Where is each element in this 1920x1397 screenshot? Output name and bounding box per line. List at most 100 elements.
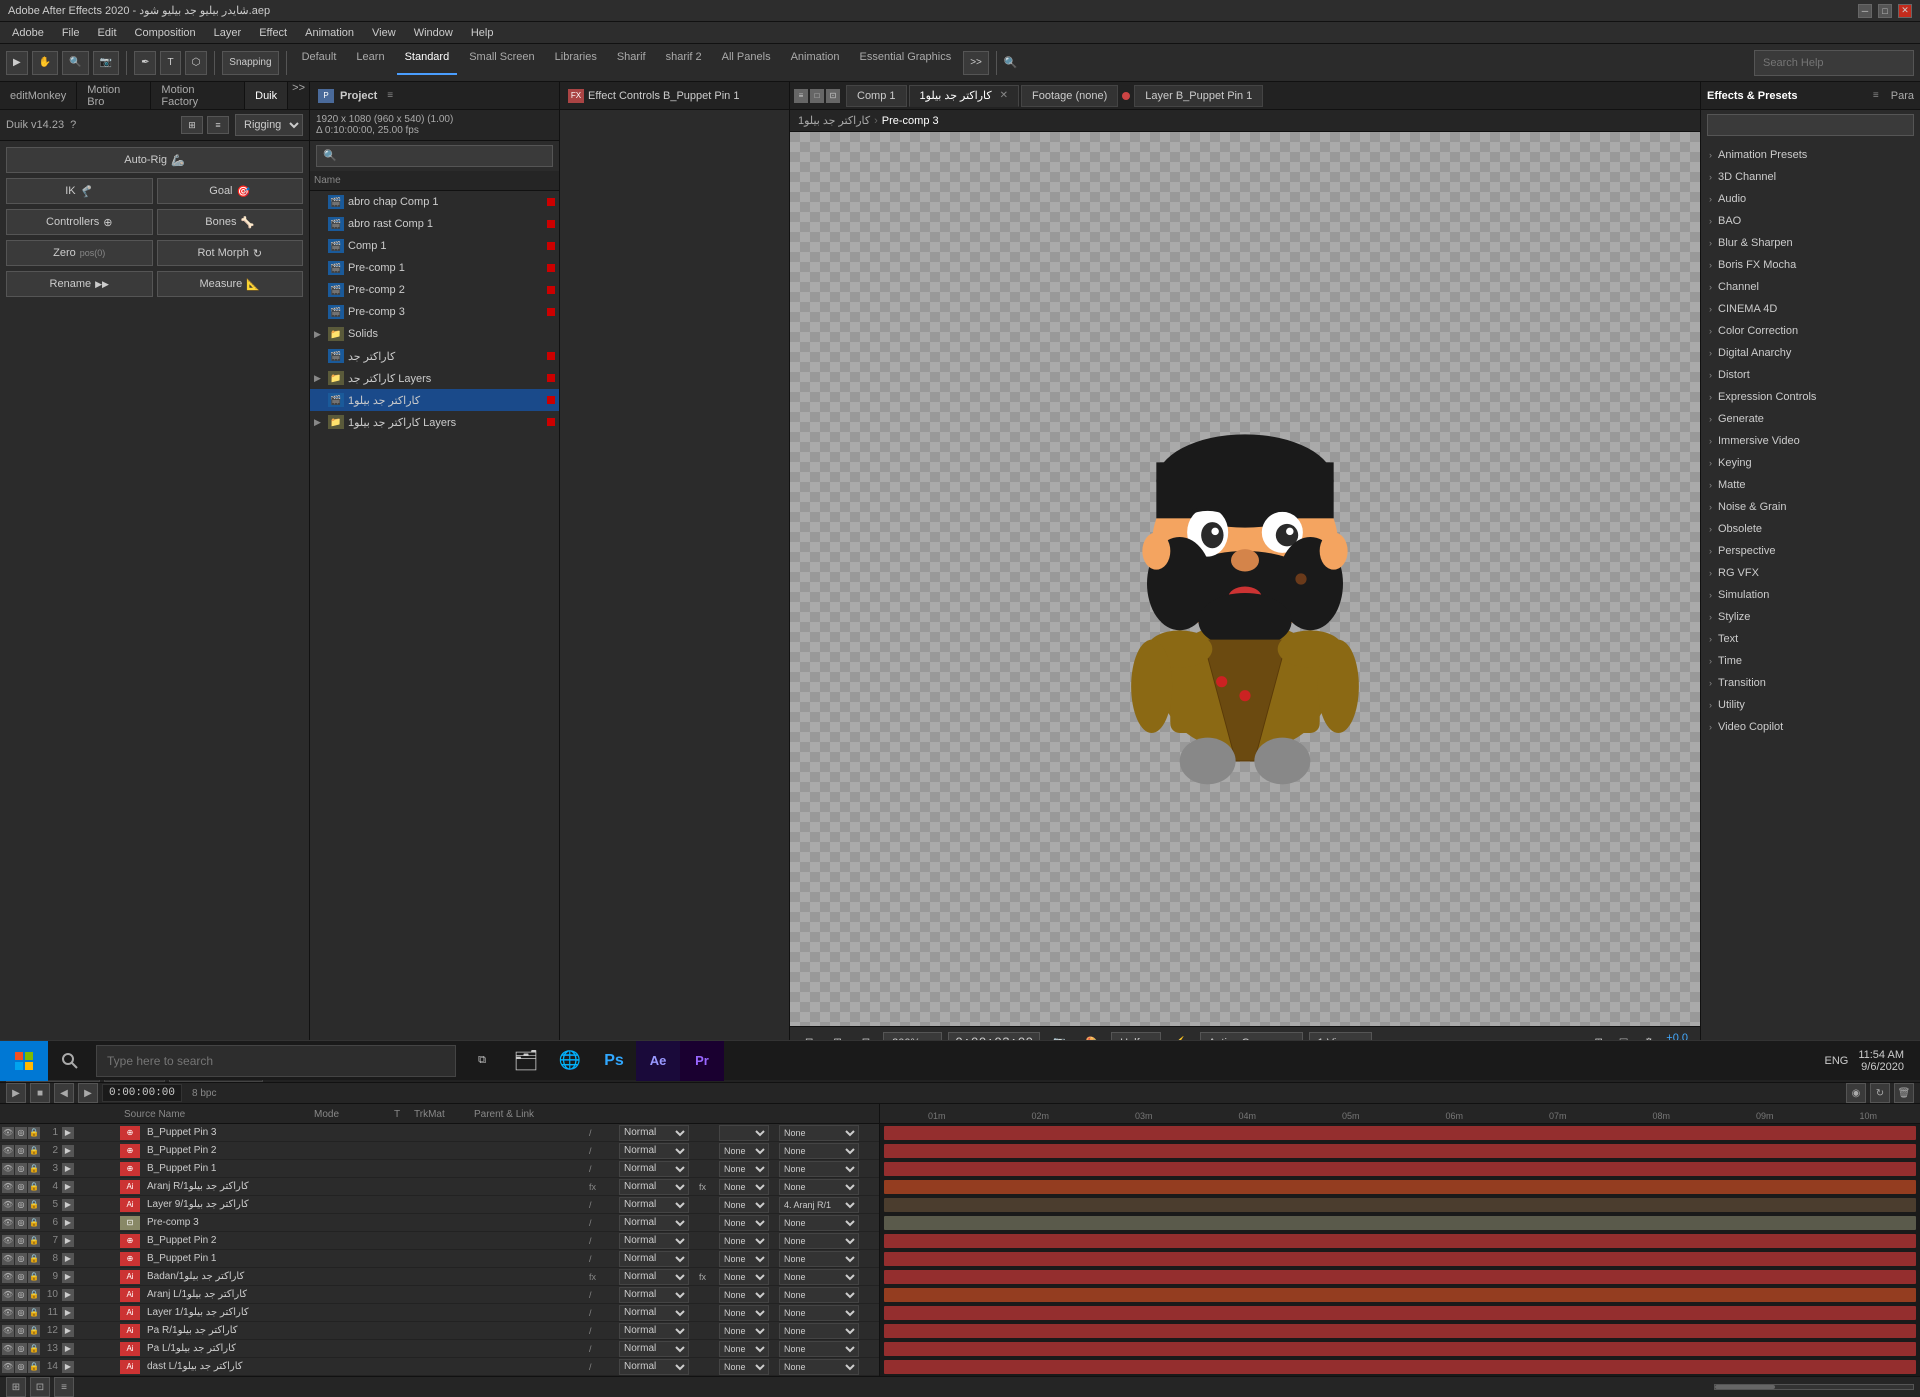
timeline-bar[interactable] (884, 1324, 1916, 1338)
layer-lock[interactable]: 🔒 (28, 1127, 40, 1139)
layer-trkmat-cell[interactable]: None (719, 1215, 779, 1231)
menu-layer[interactable]: Layer (206, 25, 250, 41)
effect-category-item[interactable]: ›Utility (1701, 694, 1920, 716)
layer-mode-cell[interactable]: Normal (619, 1323, 699, 1339)
tab-menu-icon[interactable]: ≡ (794, 89, 808, 103)
layer-trkmat-cell[interactable]: None (719, 1269, 779, 1285)
menu-animation[interactable]: Animation (297, 25, 362, 41)
layer-parent-select[interactable]: None (779, 1359, 859, 1375)
layer-mode-select[interactable]: Normal (619, 1233, 689, 1249)
layer-visibility[interactable]: 👁 (2, 1199, 14, 1211)
layer-trkmat-select[interactable]: None (719, 1341, 769, 1357)
rename-button[interactable]: Rename ▶▶ (6, 271, 153, 297)
effect-category-item[interactable]: ›CINEMA 4D (1701, 298, 1920, 320)
comp-tab-active[interactable]: 1کاراکتر جد بیلو ✕ (909, 85, 1020, 107)
layer-solo[interactable]: ◎ (15, 1163, 27, 1175)
layer-solo[interactable]: ◎ (15, 1325, 27, 1337)
effect-category-item[interactable]: ›Obsolete (1701, 518, 1920, 540)
layer-parent-cell[interactable]: None (779, 1341, 879, 1357)
rot-morph-button[interactable]: Rot Morph ↻ (157, 240, 304, 266)
layer-trkmat-select[interactable]: None (719, 1179, 769, 1195)
layer-mode-select[interactable]: Normal (619, 1305, 689, 1321)
tl-prev-frame[interactable]: ◀ (54, 1083, 74, 1103)
layer-parent-select[interactable]: None (779, 1305, 859, 1321)
composition-viewport[interactable] (790, 132, 1700, 1026)
layer-mode-cell[interactable]: Normal (619, 1143, 699, 1159)
layer-mode-cell[interactable]: Normal (619, 1287, 699, 1303)
layer-solo[interactable]: ◎ (15, 1235, 27, 1247)
layer-visibility[interactable]: 👁 (2, 1325, 14, 1337)
layer-mode-select[interactable]: Normal (619, 1143, 689, 1159)
zero-button[interactable]: Zero pos(0) (6, 240, 153, 266)
effect-category-item[interactable]: ›Time (1701, 650, 1920, 672)
layer-mode-cell[interactable]: Normal (619, 1359, 699, 1375)
timeline-layer-row[interactable]: 👁 ◎ 🔒 11 ▶ Ai Layer 1/1کاراکتر جد بیلو /… (0, 1304, 879, 1322)
snapping-btn[interactable]: Snapping (222, 51, 278, 75)
layer-visibility[interactable]: 👁 (2, 1217, 14, 1229)
effect-category-item[interactable]: ›RG VFX (1701, 562, 1920, 584)
timeline-layer-row[interactable]: 👁 ◎ 🔒 3 ▶ ⊕ B_Puppet Pin 1 / Normal None… (0, 1160, 879, 1178)
layer-expand[interactable]: ▶ (62, 1325, 74, 1337)
timeline-layer-row[interactable]: 👁 ◎ 🔒 7 ▶ ⊕ B_Puppet Pin 2 / Normal None… (0, 1232, 879, 1250)
layer-expand[interactable]: ▶ (62, 1127, 74, 1139)
layer-trkmat-select[interactable] (719, 1125, 769, 1141)
tl-time-display[interactable]: 0:00:00:00 (102, 1084, 182, 1102)
layer-trkmat-cell[interactable]: None (719, 1359, 779, 1375)
tl-footer-btn-3[interactable]: ≡ (54, 1377, 74, 1397)
layer-solo[interactable]: ◎ (15, 1199, 27, 1211)
controllers-button[interactable]: Controllers ⊕ (6, 209, 153, 235)
layer-solo[interactable]: ◎ (15, 1343, 27, 1355)
breadcrumb-item-2[interactable]: Pre-comp 3 (882, 115, 939, 127)
effects-presets-tab-label[interactable]: Effects & Presets (1707, 90, 1798, 102)
breadcrumb-item-1[interactable]: 1کاراکتر جد بیلو (798, 114, 870, 127)
layer-parent-select[interactable]: None (779, 1143, 859, 1159)
maximize-button[interactable]: □ (1878, 4, 1892, 18)
search-help-input[interactable] (1754, 50, 1914, 76)
comp-tab-comp1[interactable]: Comp 1 (846, 85, 907, 107)
layer-lock[interactable]: 🔒 (28, 1325, 40, 1337)
tl-next-frame[interactable]: ▶ (78, 1083, 98, 1103)
layer-parent-cell[interactable]: None (779, 1161, 879, 1177)
layer-parent-select[interactable]: None (779, 1251, 859, 1267)
project-item[interactable]: 🎬abro rast Comp 1 (310, 213, 559, 235)
project-tab-arrow[interactable]: ≡ (387, 90, 393, 101)
layer-visibility[interactable]: 👁 (2, 1181, 14, 1193)
project-item[interactable]: 🎬Comp 1 (310, 235, 559, 257)
layer-expand[interactable]: ▶ (62, 1253, 74, 1265)
layer-solo[interactable]: ◎ (15, 1271, 27, 1283)
layer-mode-cell[interactable]: Normal (619, 1197, 699, 1213)
layer-expand[interactable]: ▶ (62, 1181, 74, 1193)
layer-solo[interactable]: ◎ (15, 1361, 27, 1373)
layer-expand[interactable]: ▶ (62, 1199, 74, 1211)
layer-solo[interactable]: ◎ (15, 1127, 27, 1139)
layer-mode-select[interactable]: Normal (619, 1179, 689, 1195)
timeline-layer-row[interactable]: 👁 ◎ 🔒 10 ▶ Ai Aranj L/1کاراکتر جد بیلو /… (0, 1286, 879, 1304)
timeline-bar[interactable] (884, 1270, 1916, 1284)
timeline-bar[interactable] (884, 1144, 1916, 1158)
windows-start-button[interactable] (0, 1041, 48, 1081)
effect-category-item[interactable]: ›Generate (1701, 408, 1920, 430)
layer-parent-cell[interactable]: None (779, 1215, 879, 1231)
layer-parent-cell[interactable]: None (779, 1179, 879, 1195)
workspace-default[interactable]: Default (294, 51, 345, 75)
layer-parent-cell[interactable]: None (779, 1269, 879, 1285)
workspace-animation[interactable]: Animation (783, 51, 848, 75)
layer-trkmat-select[interactable]: None (719, 1287, 769, 1303)
zoom-tool[interactable]: 🔍 (62, 51, 88, 75)
layer-expand[interactable]: ▶ (62, 1145, 74, 1157)
effect-tab-label[interactable]: Effect Controls B_Puppet Pin 1 (588, 90, 739, 102)
effect-category-item[interactable]: ›Video Copilot (1701, 716, 1920, 738)
layer-mode-select[interactable]: Normal (619, 1125, 689, 1141)
layer-parent-cell[interactable]: None (779, 1125, 879, 1141)
layer-trkmat-select[interactable]: None (719, 1161, 769, 1177)
effect-category-item[interactable]: ›BAO (1701, 210, 1920, 232)
taskbar-search-input[interactable] (107, 1054, 445, 1068)
layer-trkmat-cell[interactable]: None (719, 1251, 779, 1267)
goal-button[interactable]: Goal 🎯 (157, 178, 304, 204)
layer-parent-cell[interactable]: None (779, 1323, 879, 1339)
layer-expand[interactable]: ▶ (62, 1235, 74, 1247)
project-item[interactable]: ▶📁کاراکتر جد Layers (310, 367, 559, 389)
layer-visibility[interactable]: 👁 (2, 1343, 14, 1355)
layer-trkmat-select[interactable]: None (719, 1269, 769, 1285)
layer-solo[interactable]: ◎ (15, 1289, 27, 1301)
